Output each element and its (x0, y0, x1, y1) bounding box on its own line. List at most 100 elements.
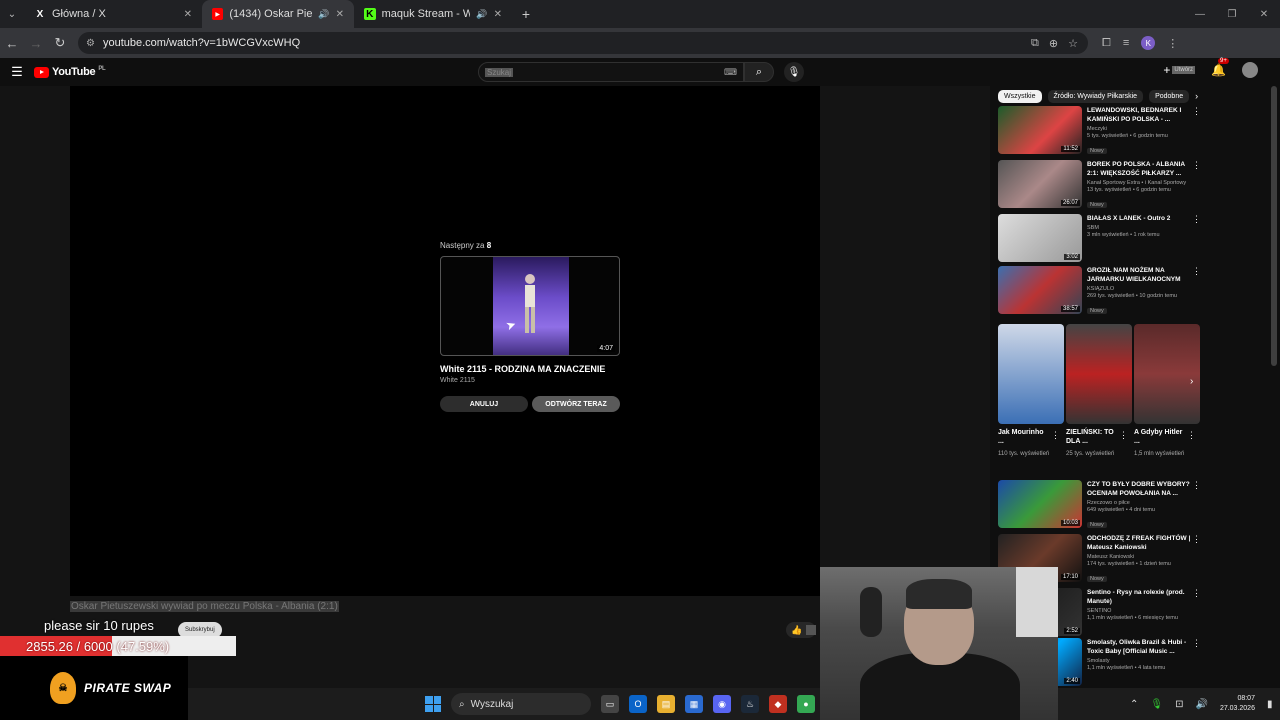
channel-name[interactable]: Mateusz Kaniowski (1087, 554, 1203, 560)
speaker-icon[interactable]: 🔊 (318, 9, 329, 20)
more-options-icon[interactable]: ⋮ (1192, 480, 1201, 491)
microphone-icon[interactable]: 🎙 (1150, 699, 1163, 710)
video-thumbnail[interactable]: 38:57 (998, 266, 1082, 314)
notification-center-icon[interactable]: ▮ (1267, 699, 1273, 710)
list-item[interactable]: 26:07 BOREK PO POLSKA - ALBANIA 2:1: WIĘ… (998, 160, 1203, 210)
list-item[interactable]: 10:03 CZY TO BYŁY DOBRE WYBORY? OCENIAM … (998, 480, 1203, 530)
like-button[interactable]: 👍 (786, 622, 816, 638)
steam-icon[interactable]: ♨ (741, 695, 759, 713)
reload-icon[interactable]: ↻ (48, 28, 72, 58)
site-info-icon[interactable]: ⚙ (86, 38, 95, 49)
discord-icon[interactable]: ◉ (713, 695, 731, 713)
zoom-icon[interactable]: ⊕ (1049, 37, 1058, 50)
short-title[interactable]: ZIELIŃSKI: TO DLA ... (1066, 428, 1118, 446)
more-options-icon[interactable]: ⋮ (1192, 588, 1201, 599)
video-title[interactable]: BOREK PO POLSKA - ALBANIA 2:1: WIĘKSZOŚĆ… (1087, 160, 1203, 178)
app-icon[interactable]: ◆ (769, 695, 787, 713)
video-title[interactable]: Sentino - Rysy na rolexie (prod. Manute) (1087, 588, 1203, 606)
windows-start-icon[interactable] (425, 696, 441, 712)
bookmark-star-icon[interactable]: ☆ (1068, 37, 1078, 50)
back-icon[interactable]: ← (0, 28, 24, 58)
channel-name[interactable]: Meczyki (1087, 126, 1203, 132)
voice-search-button[interactable]: 🎙 (784, 62, 804, 82)
video-thumbnail[interactable]: 10:03 (998, 480, 1082, 528)
more-options-icon[interactable]: ⋮ (1187, 430, 1196, 441)
channel-name[interactable]: KSIĄŻULO (1087, 286, 1203, 292)
media-icon[interactable]: ≡ (1123, 37, 1129, 49)
clock[interactable]: 08:07 27.03.2026 (1220, 694, 1255, 714)
chip-all[interactable]: Wszystkie (998, 89, 1042, 103)
tab-youtube[interactable]: ▶ (1434) Oskar Pietuszewski wywiad 🔊 ✕ (202, 0, 354, 28)
video-title[interactable]: CZY TO BYŁY DOBRE WYBORY? OCENIAM POWOŁA… (1087, 480, 1203, 498)
store-icon[interactable]: ▦ (685, 695, 703, 713)
more-options-icon[interactable]: ⋮ (1119, 430, 1128, 441)
cancel-button[interactable]: ANULUJ (440, 396, 528, 412)
channel-name[interactable]: SENTINO (1087, 608, 1203, 614)
play-now-button[interactable]: ODTWÓRZ TERAZ (532, 396, 620, 412)
more-options-icon[interactable]: ⋮ (1192, 266, 1201, 277)
more-options-icon[interactable]: ⋮ (1192, 638, 1201, 649)
chevron-right-icon[interactable]: › (1195, 91, 1198, 101)
search-button[interactable]: ⌕ (744, 62, 774, 82)
video-thumbnail[interactable]: 3:02 (998, 214, 1082, 262)
notifications-button[interactable]: 🔔 9+ (1211, 58, 1229, 77)
more-options-icon[interactable]: ⋮ (1192, 214, 1201, 225)
next-video-thumbnail[interactable]: 4:07 (440, 256, 620, 356)
search-input[interactable]: Szukaj ⌨ (478, 62, 744, 82)
taskbar-search[interactable]: ⌕ Wyszukaj (451, 693, 591, 715)
short-thumbnail[interactable] (998, 324, 1064, 424)
chevron-right-icon[interactable]: › (1190, 376, 1193, 387)
youtube-logo[interactable]: YouTube PL (34, 66, 106, 78)
menu-dots-icon[interactable]: ⋮ (1167, 37, 1178, 50)
account-avatar[interactable] (1242, 62, 1258, 78)
video-title[interactable]: BIAŁAS X LANEK - Outro 2 (1087, 214, 1203, 223)
video-title[interactable]: LEWANDOWSKI, BEDNAREK I KAMIŃSKI PO POLS… (1087, 106, 1203, 124)
forward-icon[interactable]: → (24, 28, 48, 58)
keyboard-icon[interactable]: ⌨ (724, 67, 737, 78)
tab-x[interactable]: X Główna / X ✕ (24, 0, 202, 28)
more-options-icon[interactable]: ⋮ (1192, 160, 1201, 171)
video-title[interactable]: GROZIŁ NAM NOŻEM NA JARMARKU WIELKANOCNY… (1087, 266, 1203, 284)
list-item[interactable]: 3:02 BIAŁAS X LANEK - Outro 2 SBM 3 mln … (998, 214, 1203, 264)
address-bar[interactable]: ⚙ youtube.com/watch?v=1bWCGVxcWHQ ⧉ ⊕ ☆ (78, 32, 1088, 54)
more-options-icon[interactable]: ⋮ (1192, 534, 1201, 545)
short-title[interactable]: A Gdyby Hitler ... (1134, 428, 1186, 446)
video-title[interactable]: Smolasty, Oliwka Brazil & Hubi - Toxic B… (1087, 638, 1203, 656)
channel-name[interactable]: Smolasty (1087, 658, 1203, 664)
profile-avatar[interactable]: K (1141, 36, 1156, 50)
list-item[interactable]: 11:52 LEWANDOWSKI, BEDNAREK I KAMIŃSKI P… (998, 106, 1203, 156)
close-icon[interactable]: ✕ (494, 9, 502, 20)
short-thumbnail[interactable] (1066, 324, 1132, 424)
chip-source[interactable]: Źródło: Wywiady Piłkarskie (1047, 89, 1144, 103)
outlook-icon[interactable]: O (629, 695, 647, 713)
close-window-icon[interactable]: ✕ (1248, 0, 1280, 28)
video-thumbnail[interactable]: 11:52 (998, 106, 1082, 154)
speaker-icon[interactable]: 🔊 (476, 9, 487, 20)
network-icon[interactable]: ⊡ (1175, 699, 1183, 710)
video-player[interactable]: Następny za 8 4:07 White 2115 - RODZINA … (70, 86, 820, 596)
volume-icon[interactable]: 🔊 (1195, 699, 1207, 710)
tab-kick[interactable]: K maquk Stream - Watch Live 🔊 ✕ (354, 0, 512, 28)
video-title[interactable]: ODCHODZĘ Z FREAK FIGHTÓW | Mateusz Kanio… (1087, 534, 1203, 552)
maximize-icon[interactable]: ❐ (1216, 0, 1248, 28)
cast-icon[interactable]: ⧉ (1031, 37, 1039, 50)
list-item[interactable]: 38:57 GROZIŁ NAM NOŻEM NA JARMARKU WIELK… (998, 266, 1203, 316)
next-video-title[interactable]: White 2115 - RODZINA MA ZNACZENIE (440, 364, 620, 374)
tab-search-icon[interactable]: ⌄ (0, 0, 24, 28)
more-options-icon[interactable]: ⋮ (1051, 430, 1060, 441)
channel-name[interactable]: SBM (1087, 225, 1203, 231)
channel-name[interactable]: Rzeczowo o piłce (1087, 500, 1203, 506)
new-tab-button[interactable]: + (512, 0, 540, 28)
more-options-icon[interactable]: ⋮ (1192, 106, 1201, 117)
close-icon[interactable]: ✕ (184, 9, 192, 20)
chip-related[interactable]: Podobne (1149, 89, 1190, 103)
chrome-icon[interactable]: ● (797, 695, 815, 713)
tray-chevron-icon[interactable]: ⌃ (1130, 699, 1138, 710)
short-thumbnail[interactable] (1134, 324, 1200, 424)
extensions-icon[interactable]: ⧠ (1102, 37, 1111, 50)
task-view-icon[interactable]: ▭ (601, 695, 619, 713)
close-icon[interactable]: ✕ (336, 9, 344, 20)
sidebar-scrollbar[interactable] (1271, 86, 1277, 366)
channel-name[interactable]: Kanał Sportowy Extra • i Kanał Sportowy (1087, 180, 1203, 186)
file-explorer-icon[interactable]: ▤ (657, 695, 675, 713)
